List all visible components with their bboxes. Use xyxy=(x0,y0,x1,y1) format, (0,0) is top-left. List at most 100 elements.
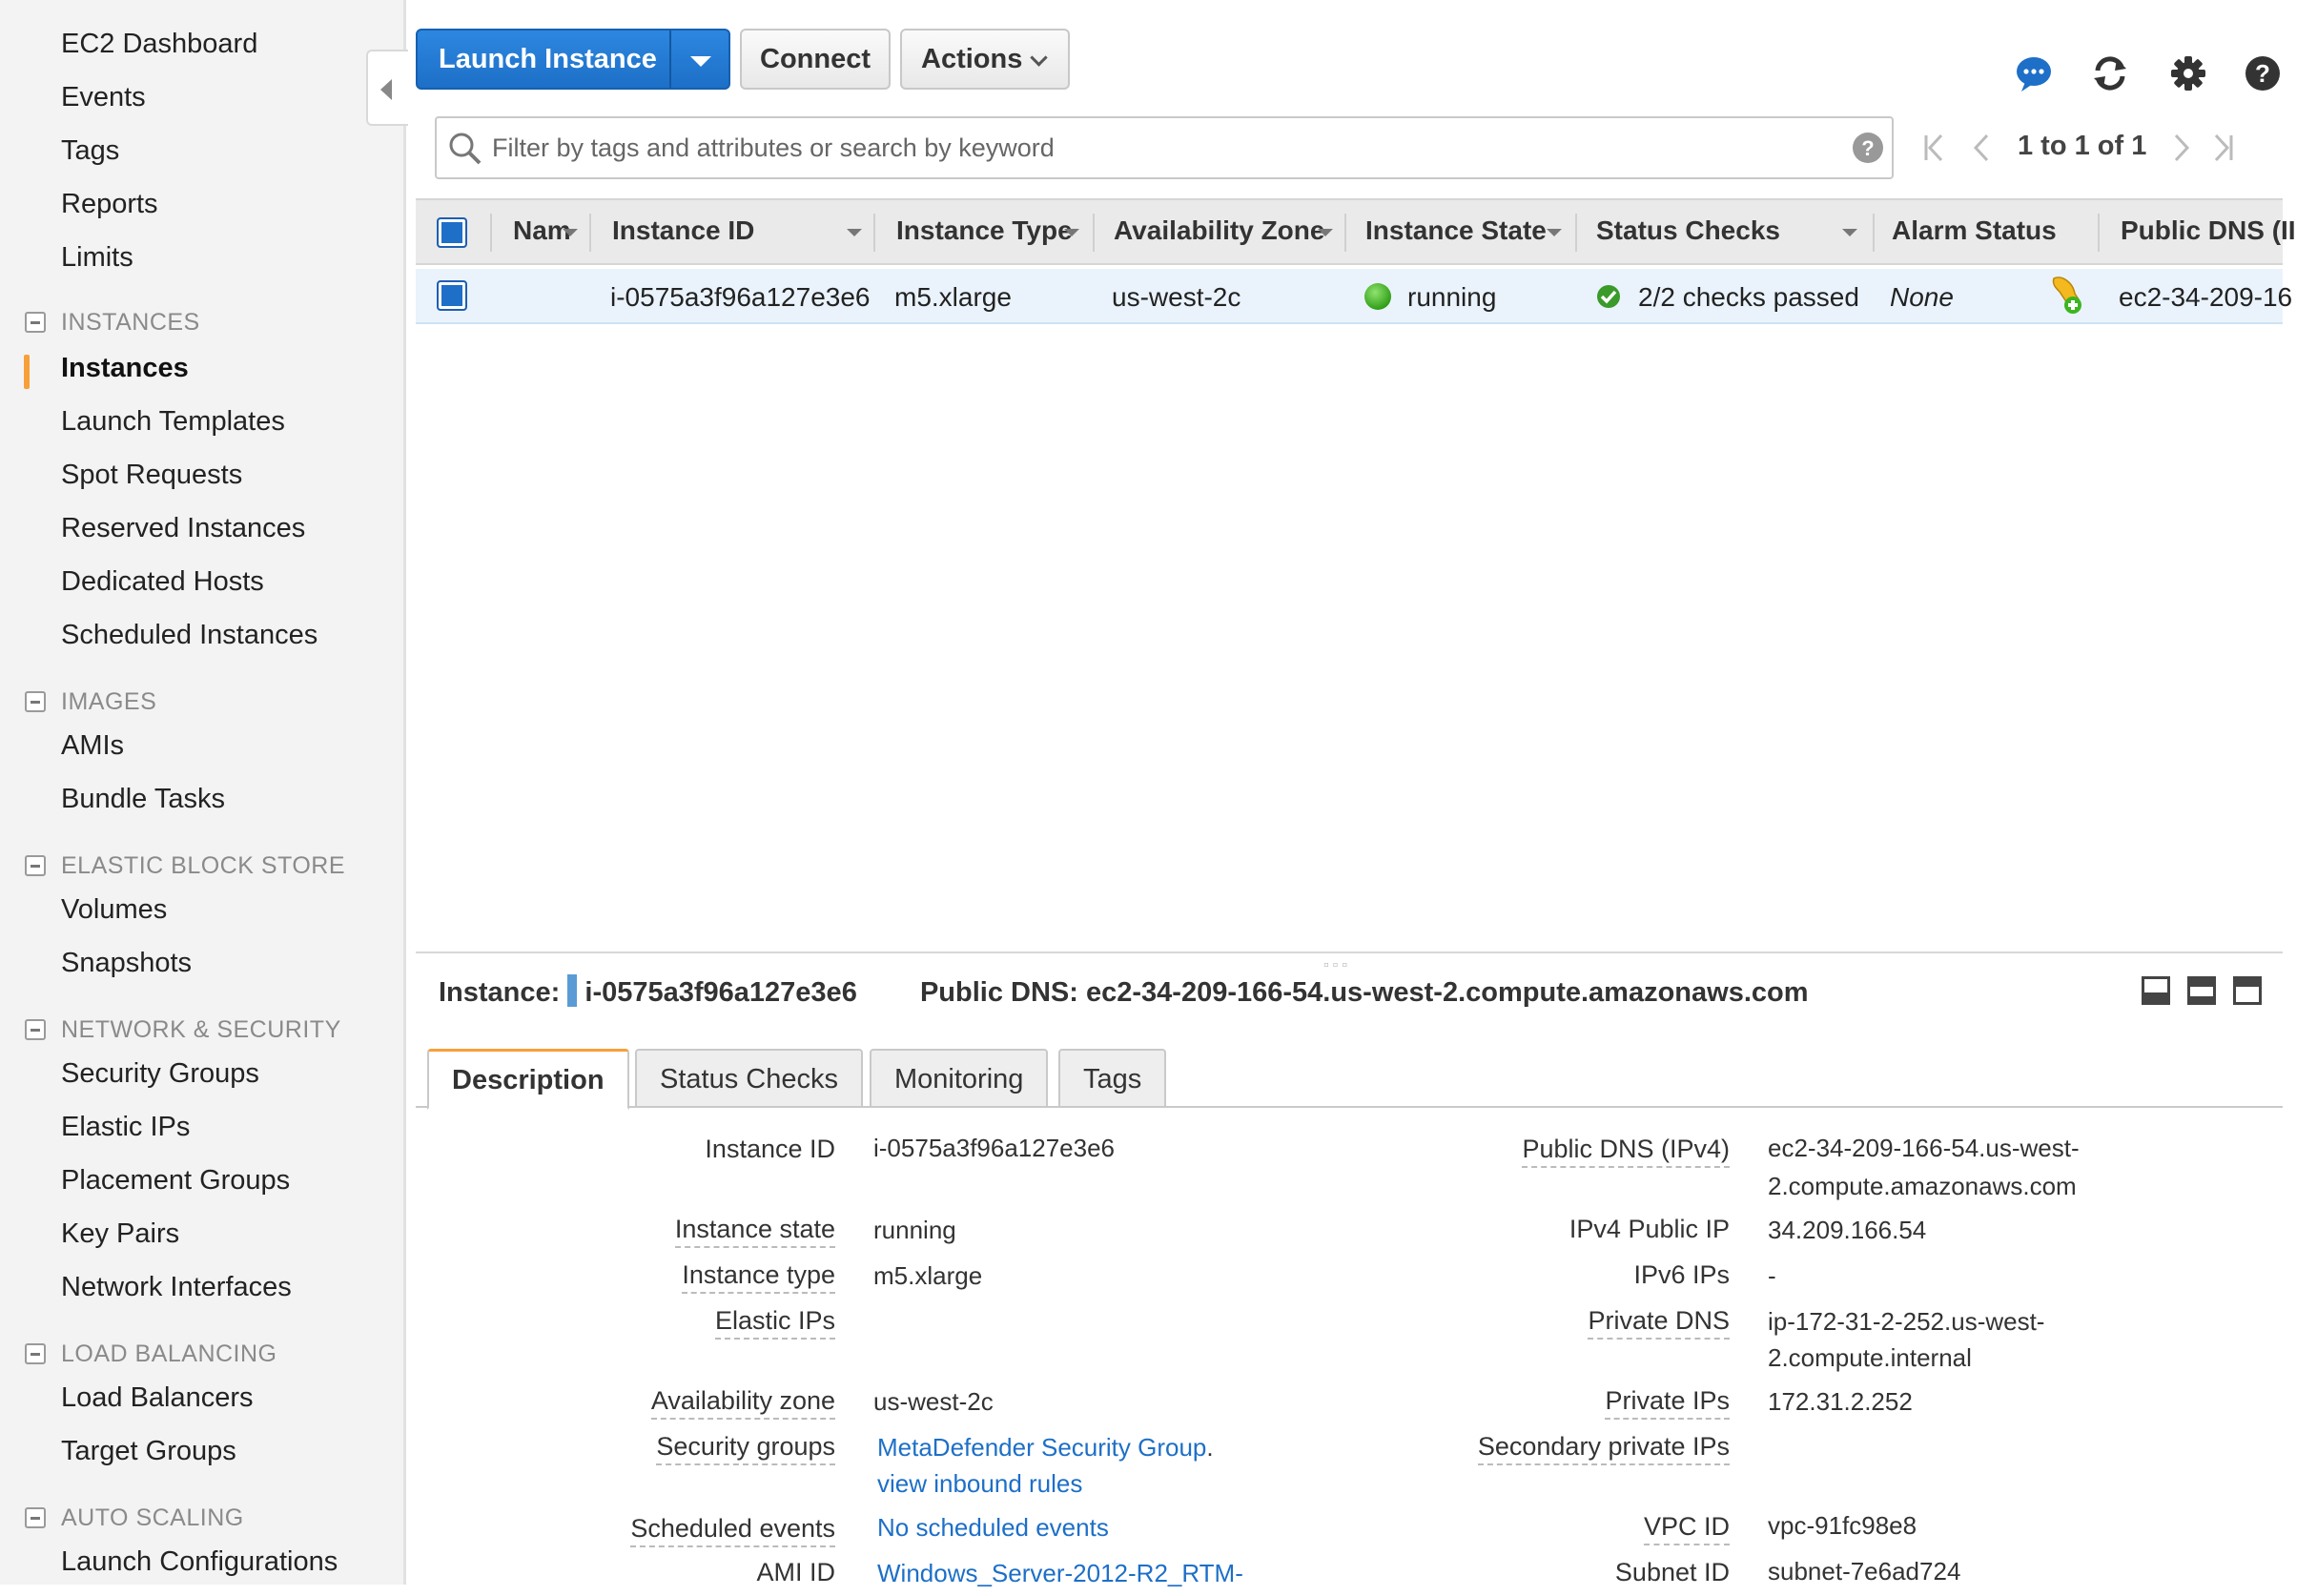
collapse-toggle-icon[interactable] xyxy=(25,691,46,712)
tab-tags[interactable]: Tags xyxy=(1058,1049,1167,1108)
view-top-icon[interactable] xyxy=(2233,976,2262,1005)
sidebar-section-title: NETWORK & SECURITY xyxy=(61,1016,341,1043)
active-indicator xyxy=(24,355,30,389)
collapse-toggle-icon[interactable] xyxy=(25,855,46,876)
sidebar-item-key-pairs[interactable]: Key Pairs xyxy=(61,1218,179,1250)
scheduled-events-link[interactable]: No scheduled events xyxy=(877,1508,1109,1546)
tab-monitoring[interactable]: Monitoring xyxy=(870,1049,1049,1108)
field-label-instance-id: Instance ID xyxy=(705,1135,835,1163)
sidebar-item-security-groups[interactable]: Security Groups xyxy=(61,1058,259,1090)
help-icon[interactable]: ? xyxy=(2243,53,2283,93)
sidebar-item-reserved-instances[interactable]: Reserved Instances xyxy=(61,513,305,544)
table-header: Nam Instance ID Instance Type Availabili… xyxy=(416,198,2296,265)
actions-label[interactable]: Actions xyxy=(921,44,1022,75)
first-page-icon[interactable] xyxy=(1922,132,1945,164)
sort-caret-icon[interactable] xyxy=(847,229,862,236)
tab-description[interactable]: Description xyxy=(427,1049,629,1110)
refresh-icon[interactable] xyxy=(2090,53,2130,93)
column-header-alarm-status[interactable]: Alarm Status xyxy=(1892,215,2057,246)
sidebar-item-target-groups[interactable]: Target Groups xyxy=(61,1436,236,1467)
sort-caret-icon[interactable] xyxy=(1318,229,1333,236)
sort-caret-icon[interactable] xyxy=(1842,229,1857,236)
sidebar-item-tags[interactable]: Tags xyxy=(61,135,119,167)
sidebar-item-elastic-ips[interactable]: Elastic IPs xyxy=(61,1112,190,1143)
sidebar-item-network-interfaces[interactable]: Network Interfaces xyxy=(61,1272,292,1303)
sidebar-item-reports[interactable]: Reports xyxy=(61,189,158,220)
ami-id-link[interactable]: Windows_Server-2012-R2_RTM- xyxy=(877,1554,1243,1592)
security-group-link[interactable]: MetaDefender Security Group xyxy=(877,1433,1206,1462)
sidebar-item-snapshots[interactable]: Snapshots xyxy=(61,948,192,979)
drag-handle-icon[interactable]: ▫▫▫ xyxy=(1323,957,1351,974)
next-page-icon[interactable] xyxy=(2172,132,2191,164)
caret-down-icon[interactable] xyxy=(690,56,711,67)
field-value-subnet-id: subnet-7e6ad724 xyxy=(1768,1557,1961,1586)
field-value-ipv4-public-ip: 34.209.166.54 xyxy=(1768,1216,1927,1244)
column-separator xyxy=(490,214,492,252)
launch-instance-label[interactable]: Launch Instance xyxy=(418,44,669,75)
field-value-instance-type: m5.xlarge xyxy=(873,1261,983,1290)
sidebar-item-dedicated-hosts[interactable]: Dedicated Hosts xyxy=(61,566,264,598)
column-header-availability-zone[interactable]: Availability Zone xyxy=(1114,215,1324,246)
column-header-public-dns[interactable]: Public DNS (II xyxy=(2121,215,2296,246)
previous-page-icon[interactable] xyxy=(1972,132,1991,164)
field-value-instance-state: running xyxy=(873,1216,956,1244)
field-value-private-dns-line2: 2.compute.internal xyxy=(1768,1343,1972,1372)
table-row[interactable]: i-0575a3f96a127e3e6 m5.xlarge us-west-2c… xyxy=(416,269,2292,324)
column-separator xyxy=(873,214,875,252)
cell-public-dns: ec2-34-209-16 xyxy=(2119,282,2293,312)
last-page-icon[interactable] xyxy=(2212,132,2235,164)
sort-caret-icon[interactable] xyxy=(1064,229,1079,236)
sidebar-item-launch-templates[interactable]: Launch Templates xyxy=(61,406,285,438)
column-header-instance-type[interactable]: Instance Type xyxy=(896,215,1073,246)
field-label-subnet-id: Subnet ID xyxy=(1614,1558,1730,1586)
row-checkbox[interactable] xyxy=(437,280,467,311)
panel-divider[interactable] xyxy=(416,951,2283,953)
view-inbound-rules-link[interactable]: view inbound rules xyxy=(877,1464,1082,1503)
view-split-icon[interactable] xyxy=(2187,976,2216,1005)
sort-caret-icon[interactable] xyxy=(1547,229,1562,236)
sidebar-item-scheduled-instances[interactable]: Scheduled Instances xyxy=(61,620,318,651)
collapse-toggle-icon[interactable] xyxy=(25,312,46,333)
sort-caret-icon[interactable] xyxy=(563,229,578,236)
column-separator xyxy=(589,214,591,252)
sidebar-item-events[interactable]: Events xyxy=(61,82,146,113)
sidebar-item-load-balancers[interactable]: Load Balancers xyxy=(61,1382,254,1414)
view-bottom-icon[interactable] xyxy=(2142,976,2170,1005)
column-header-status-checks[interactable]: Status Checks xyxy=(1596,215,1780,246)
connect-button[interactable]: Connect xyxy=(740,29,891,90)
sidebar-item-amis[interactable]: AMIs xyxy=(61,730,124,762)
sidebar-item-placement-groups[interactable]: Placement Groups xyxy=(61,1165,290,1197)
launch-instance-button[interactable]: Launch Instance xyxy=(416,29,730,90)
collapse-toggle-icon[interactable] xyxy=(25,1343,46,1364)
button-divider xyxy=(669,31,671,88)
sidebar-item-spot-requests[interactable]: Spot Requests xyxy=(61,460,242,491)
field-value-security-groups: MetaDefender Security Group. xyxy=(877,1428,1214,1466)
sidebar-item-instances[interactable]: Instances xyxy=(61,353,189,384)
collapse-toggle-icon[interactable] xyxy=(25,1507,46,1528)
field-label-instance-state: Instance state xyxy=(674,1215,835,1248)
collapse-toggle-icon[interactable] xyxy=(25,1019,46,1040)
column-header-instance-state[interactable]: Instance State xyxy=(1365,215,1547,246)
field-label-secondary-private-ips: Secondary private IPs xyxy=(1477,1432,1730,1465)
sidebar-item-launch-configurations[interactable]: Launch Configurations xyxy=(61,1546,338,1578)
actions-button[interactable]: Actions xyxy=(900,29,1070,90)
sidebar-item-limits[interactable]: Limits xyxy=(61,242,133,274)
cell-instance-state: running xyxy=(1407,282,1497,312)
field-label-elastic-ips: Elastic IPs xyxy=(714,1306,835,1340)
cell-instance-type: m5.xlarge xyxy=(894,282,1012,312)
field-label-public-dns: Public DNS (IPv4) xyxy=(1522,1135,1730,1168)
field-label-vpc-id: VPC ID xyxy=(1643,1512,1730,1545)
column-header-instance-id[interactable]: Instance ID xyxy=(612,215,754,246)
sidebar-collapse-button[interactable] xyxy=(366,50,408,126)
tab-status-checks[interactable]: Status Checks xyxy=(635,1049,863,1108)
sidebar-item-volumes[interactable]: Volumes xyxy=(61,894,167,926)
sidebar-item-ec2-dashboard[interactable]: EC2 Dashboard xyxy=(61,29,257,60)
sidebar-item-bundle-tasks[interactable]: Bundle Tasks xyxy=(61,784,225,815)
select-all-checkbox[interactable] xyxy=(437,217,467,248)
help-icon[interactable]: ? xyxy=(1852,132,1884,164)
chat-icon[interactable] xyxy=(2014,53,2054,93)
add-alarm-icon[interactable] xyxy=(2048,275,2086,317)
detail-header: Instance: i-0575a3f96a127e3e6 Public DNS… xyxy=(439,974,1809,1009)
search-input[interactable] xyxy=(490,126,1806,170)
gear-icon[interactable] xyxy=(2168,53,2208,93)
